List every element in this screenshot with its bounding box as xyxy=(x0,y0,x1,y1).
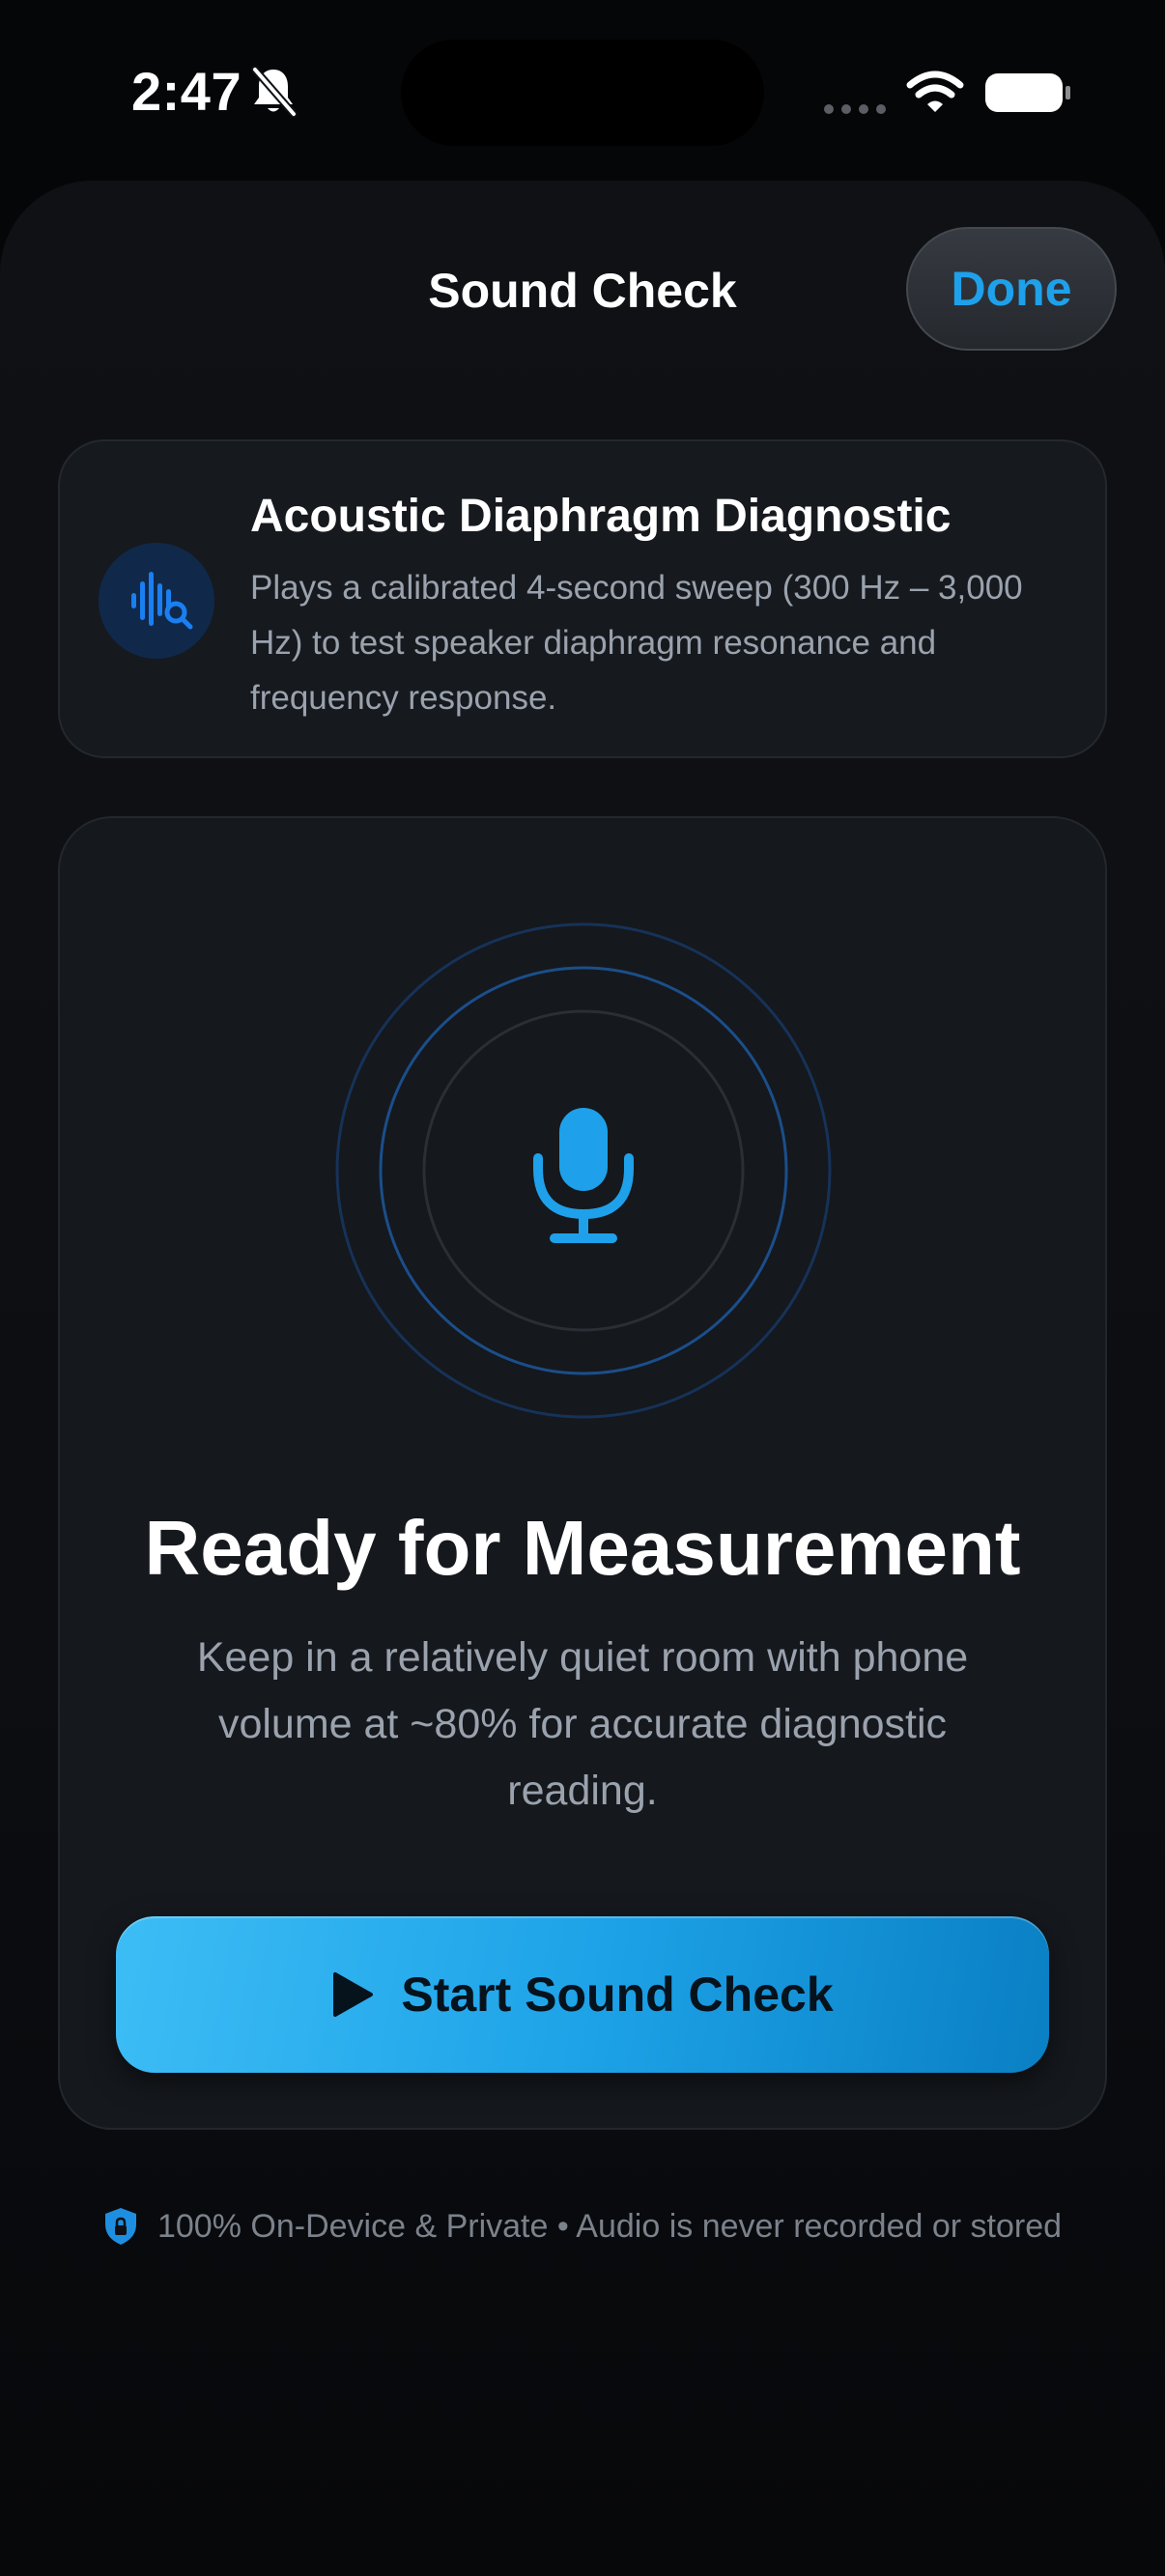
privacy-footer: 100% On-Device & Private • Audio is neve… xyxy=(0,2207,1165,2246)
status-bar: 2:47 xyxy=(0,0,1165,179)
info-card-title: Acoustic Diaphragm Diagnostic xyxy=(250,491,952,542)
microphone-icon xyxy=(335,922,832,1419)
info-card-description: Plays a calibrated 4-second sweep (300 H… xyxy=(250,569,1023,717)
ready-description: Keep in a relatively quiet room with pho… xyxy=(196,1634,969,1814)
info-card: Acoustic Diaphragm Diagnostic Plays a ca… xyxy=(58,439,1107,758)
start-sound-check-button[interactable]: Start Sound Check xyxy=(116,1916,1049,2073)
signal-icon xyxy=(824,104,886,114)
start-button-label: Start Sound Check xyxy=(401,1967,834,2022)
done-button[interactable]: Done xyxy=(906,227,1117,351)
dynamic-island xyxy=(401,40,764,146)
bell-slash-icon xyxy=(251,66,298,118)
status-time: 2:47 xyxy=(131,61,242,122)
play-icon xyxy=(333,1972,374,2017)
wifi-icon xyxy=(906,71,964,112)
waveform-search-icon xyxy=(99,543,214,659)
measurement-card: Ready for Measurement Keep in a relative… xyxy=(58,816,1107,2130)
shield-lock-icon xyxy=(104,2208,136,2245)
ready-title: Ready for Measurement xyxy=(144,1505,1021,1591)
battery-icon xyxy=(985,73,1070,112)
privacy-text: 100% On-Device & Private • Audio is neve… xyxy=(156,2207,1063,2245)
